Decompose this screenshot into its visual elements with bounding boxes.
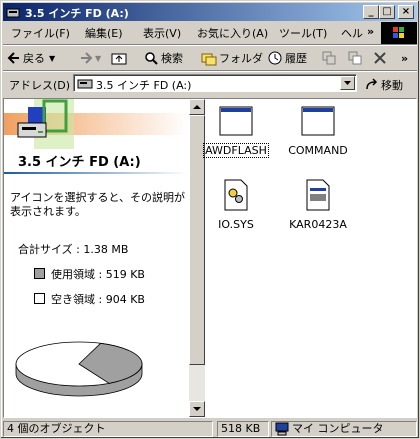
address-input[interactable]: 3.5 インチ FD (A:) bbox=[73, 74, 357, 92]
status-zone: マイ コンピュータ bbox=[271, 421, 417, 437]
toolbar-overflow-chevron[interactable]: » bbox=[401, 49, 408, 67]
file-item-io-sys[interactable]: IO.SYS bbox=[196, 179, 276, 231]
close-icon: × bbox=[401, 6, 411, 17]
address-dropdown-button[interactable] bbox=[340, 76, 355, 90]
total-size: 合計サイズ : 1.38 MB bbox=[18, 243, 129, 256]
status-bar: 4 個のオブジェクト 518 KB マイ コンピュータ bbox=[3, 420, 417, 438]
move-to-icon bbox=[322, 51, 336, 65]
file-name: IO.SYS bbox=[218, 218, 254, 231]
selection-hint: アイコンを選択すると、その説明が表示されます。 bbox=[10, 191, 186, 218]
file-item-awdflash[interactable]: AWDFLASH bbox=[196, 105, 276, 158]
window-title: 3.5 インチ FD (A:) bbox=[25, 7, 129, 20]
file-name: COMMAND bbox=[288, 144, 348, 157]
back-arrow-icon bbox=[7, 52, 19, 64]
standard-toolbar: 戻る ▼ ▼ 検索 フォルダ 履歴 » bbox=[3, 46, 417, 70]
status-location: マイ コンピュータ bbox=[292, 422, 384, 435]
used-space: 使用領域 : 519 KB bbox=[34, 266, 145, 282]
application-window-icon bbox=[219, 106, 253, 136]
windows-flag-icon bbox=[393, 27, 404, 38]
go-arrow-icon bbox=[366, 78, 378, 90]
floppy-drive-icon bbox=[17, 122, 47, 138]
up-folder-button[interactable] bbox=[111, 49, 129, 67]
disk-usage-pie-chart bbox=[15, 341, 143, 397]
used-legend-swatch bbox=[34, 268, 45, 279]
go-button[interactable]: 移動 bbox=[365, 77, 403, 93]
back-label: 戻る bbox=[23, 52, 45, 65]
delete-button[interactable] bbox=[373, 49, 389, 67]
file-item-kar0423a[interactable]: KAR0423A bbox=[278, 179, 358, 231]
history-label: 履歴 bbox=[285, 52, 307, 65]
search-button[interactable]: 検索 bbox=[143, 49, 183, 67]
web-view-pane: 3.5 インチ FD (A:) アイコンを選択すると、その説明が表示されます。 … bbox=[4, 99, 188, 417]
used-space-label: 使用領域 : 519 KB bbox=[51, 268, 145, 281]
menu-view[interactable]: 表示(V) bbox=[143, 25, 181, 41]
status-size: 518 KB bbox=[217, 421, 269, 437]
menu-tools[interactable]: ツール(T) bbox=[279, 25, 327, 41]
search-icon bbox=[145, 52, 158, 65]
menu-help[interactable]: ヘル bbox=[341, 25, 363, 41]
title-bar[interactable]: 3.5 インチ FD (A:) _ □ × bbox=[3, 3, 417, 21]
scroll-down-arrow-icon bbox=[193, 407, 201, 411]
menu-bar: ファイル(F) 編集(E) 表示(V) お気に入り(A) ツール(T) ヘル » bbox=[3, 22, 379, 42]
history-button[interactable]: 履歴 bbox=[267, 49, 307, 67]
status-object-count: 4 個のオブジェクト bbox=[3, 421, 213, 437]
folder-title: 3.5 インチ FD (A:) bbox=[18, 155, 141, 170]
scroll-down-button[interactable] bbox=[189, 401, 205, 417]
minimize-button[interactable]: _ bbox=[363, 5, 379, 19]
history-icon bbox=[268, 51, 282, 65]
copy-to-button[interactable] bbox=[347, 49, 365, 67]
close-button[interactable]: × bbox=[398, 5, 414, 19]
system-file-gear-icon bbox=[224, 179, 248, 211]
document-file-icon bbox=[306, 179, 330, 211]
folders-label: フォルダ bbox=[219, 52, 263, 65]
menu-overflow-chevron[interactable]: » bbox=[367, 25, 374, 38]
explorer-window: 3.5 インチ FD (A:) _ □ × ファイル(F) 編集(E) 表示(V… bbox=[0, 0, 420, 439]
free-legend-swatch bbox=[34, 293, 45, 304]
address-label: アドレス(D) bbox=[9, 79, 71, 92]
menu-edit[interactable]: 編集(E) bbox=[85, 25, 123, 41]
folders-icon bbox=[201, 53, 217, 66]
forward-dropdown-icon[interactable]: ▼ bbox=[95, 54, 101, 63]
file-name: KAR0423A bbox=[289, 218, 347, 231]
address-value: 3.5 インチ FD (A:) bbox=[96, 79, 192, 92]
floppy-drive-icon bbox=[77, 79, 93, 89]
free-space-label: 空き領域 : 904 KB bbox=[51, 293, 145, 306]
maximize-button[interactable]: □ bbox=[379, 5, 395, 19]
free-space: 空き領域 : 904 KB bbox=[34, 291, 145, 307]
forward-arrow-icon bbox=[81, 52, 93, 64]
search-label: 検索 bbox=[161, 52, 183, 65]
windows-logo bbox=[381, 22, 417, 44]
content-area: 3.5 インチ FD (A:) アイコンを選択すると、その説明が表示されます。 … bbox=[3, 98, 417, 418]
move-to-button[interactable] bbox=[321, 49, 339, 67]
my-computer-icon bbox=[275, 422, 289, 436]
back-dropdown-icon[interactable]: ▼ bbox=[49, 54, 55, 63]
minimize-icon: _ bbox=[368, 6, 374, 17]
file-name: AWDFLASH bbox=[203, 143, 269, 158]
forward-button[interactable]: ▼ bbox=[79, 49, 101, 67]
floppy-drive-icon bbox=[6, 8, 20, 18]
up-folder-icon bbox=[111, 53, 127, 65]
back-button[interactable]: 戻る ▼ bbox=[7, 49, 55, 67]
delete-x-icon bbox=[374, 52, 386, 64]
folders-button[interactable]: フォルダ bbox=[201, 49, 263, 67]
address-bar: アドレス(D) 3.5 インチ FD (A:) 移動 bbox=[3, 72, 417, 96]
title-rule bbox=[4, 172, 188, 174]
menu-file[interactable]: ファイル(F) bbox=[11, 25, 70, 41]
chevron-down-icon bbox=[344, 81, 351, 85]
menu-favorites[interactable]: お気に入り(A) bbox=[197, 25, 268, 41]
copy-to-icon bbox=[348, 51, 362, 65]
go-label: 移動 bbox=[381, 79, 403, 92]
file-item-command[interactable]: COMMAND bbox=[278, 105, 358, 157]
application-window-icon bbox=[301, 106, 335, 136]
maximize-icon: □ bbox=[382, 6, 392, 17]
